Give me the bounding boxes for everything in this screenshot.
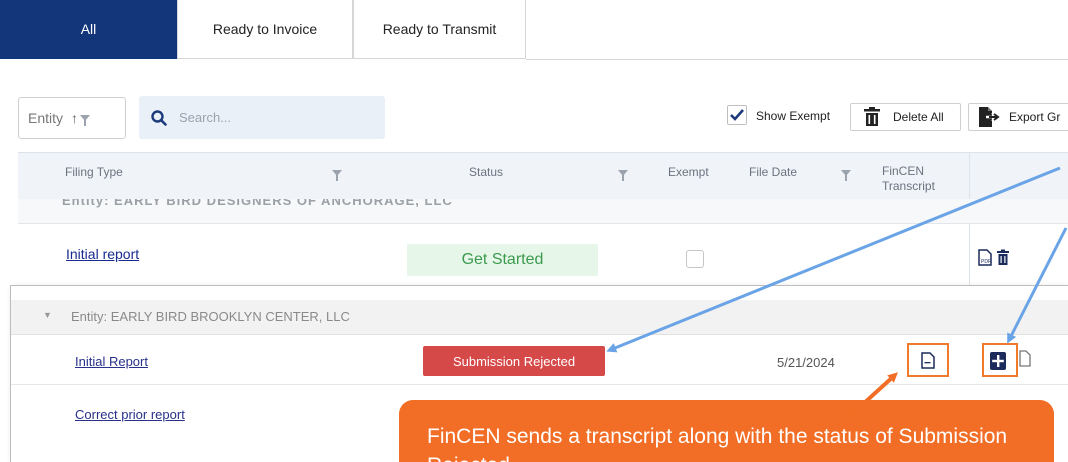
exempt-checkbox[interactable] [686,250,704,268]
collapse-chevron-icon[interactable]: ▼ [43,310,52,320]
show-exempt-checkbox[interactable] [727,105,747,125]
file-date: 5/21/2024 [777,355,835,370]
document-icon[interactable] [1019,350,1031,367]
column-header-filing-type: Filing Type [65,165,123,179]
row-divider [11,384,1068,385]
search-field[interactable] [139,96,385,139]
column-header-exempt: Exempt [668,165,709,179]
filing-type-filter-icon[interactable] [332,170,342,181]
export-icon [979,107,1000,127]
filing-type-link[interactable]: Correct prior report [75,407,185,422]
entity-group-label: Entity: EARLY BIRD BROOKLYN CENTER, LLC [71,309,350,324]
export-label: Export Gr [1009,110,1061,124]
filter-icon[interactable] [80,112,91,126]
status-badge[interactable]: Get Started [407,244,598,276]
entity-group-row[interactable]: ▼ Entity: EARLY BIRD BROOKLYN CENTER, LL… [11,300,1068,335]
trash-icon [864,107,880,126]
search-input[interactable] [177,109,371,126]
svg-text:PDF: PDF [981,259,991,265]
filing-type-link[interactable]: Initial Report [75,354,148,369]
delete-all-label: Delete All [893,110,944,124]
entity-group-row[interactable]: Entity: EARLY BIRD DESIGNERS OF ANCHORAG… [18,199,1068,224]
tab-ready-to-invoice[interactable]: Ready to Invoice [177,0,353,59]
pdf-icon[interactable]: PDF [978,249,992,266]
add-highlight [982,343,1018,377]
sort-up-icon[interactable]: ↑ [71,110,78,126]
entity-filter-label: Entity [28,110,64,126]
status-filter-icon[interactable] [618,170,628,181]
search-icon [151,109,167,126]
callout-text: FinCEN sends a transcript along with the… [427,425,1008,462]
entity-group-label: Entity: EARLY BIRD DESIGNERS OF ANCHORAG… [62,199,453,208]
checkmark-icon [730,109,744,121]
callout-box: FinCEN sends a transcript along with the… [399,400,1054,462]
delete-all-button[interactable]: Delete All [850,103,961,131]
plus-icon[interactable] [990,352,1006,370]
file-date-filter-icon[interactable] [841,170,851,181]
trash-icon[interactable] [996,249,1010,266]
export-button[interactable]: Export Gr [968,103,1068,131]
entity-sort-filter[interactable]: Entity ↑ [18,97,126,139]
column-header-fincen-transcript: FinCEN Transcript [882,164,935,193]
column-header-status: Status [469,165,504,179]
filing-type-link[interactable]: Initial report [66,246,139,262]
transcript-icon[interactable] [921,352,935,369]
tab-all[interactable]: All [0,0,177,59]
column-header-file-date: File Date [749,165,798,179]
status-badge[interactable]: Submission Rejected [423,346,605,376]
tab-ready-to-transmit[interactable]: Ready to Transmit [353,0,526,59]
transcript-highlight [907,343,949,377]
show-exempt-label: Show Exempt [756,109,831,123]
tab-bar-divider [526,0,1068,60]
